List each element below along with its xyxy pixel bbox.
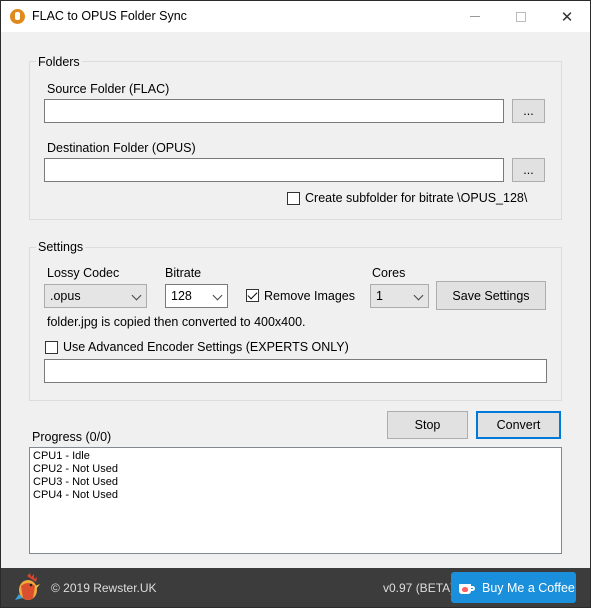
- progress-label: Progress (0/0): [32, 430, 112, 444]
- destination-folder-input[interactable]: [44, 158, 504, 182]
- minimize-icon: [470, 16, 480, 17]
- app-window: FLAC to OPUS Folder Sync ✕ Folders Sourc…: [0, 0, 591, 608]
- destination-browse-button[interactable]: ...: [512, 158, 545, 182]
- progress-list[interactable]: CPU1 - Idle CPU2 - Not Used CPU3 - Not U…: [29, 447, 562, 554]
- window-title: FLAC to OPUS Folder Sync: [32, 9, 187, 23]
- list-item: CPU2 - Not Used: [33, 463, 118, 475]
- remove-images-label[interactable]: Remove Images: [264, 289, 355, 303]
- buy-me-a-coffee-button[interactable]: Buy Me a Coffee: [451, 572, 576, 603]
- list-item: CPU1 - Idle: [33, 450, 90, 462]
- title-bar[interactable]: FLAC to OPUS Folder Sync ✕: [1, 1, 590, 32]
- version-text: v0.97 (BETA): [383, 581, 455, 595]
- bitrate-select[interactable]: 128: [165, 284, 228, 308]
- lossy-codec-value: .opus: [50, 289, 81, 303]
- remove-images-checkbox[interactable]: [246, 289, 259, 302]
- cores-value: 1: [376, 289, 383, 303]
- coffee-cup-icon: [459, 581, 475, 595]
- cores-label: Cores: [372, 266, 406, 280]
- copyright-text: © 2019 Rewster.UK: [51, 581, 157, 595]
- rooster-logo-icon[interactable]: [13, 572, 41, 603]
- minimize-button[interactable]: [452, 1, 498, 32]
- chevron-down-icon: [413, 290, 424, 301]
- chevron-down-icon: [131, 290, 142, 301]
- stop-button[interactable]: Stop: [387, 411, 468, 439]
- list-item: CPU4 - Not Used: [33, 489, 118, 501]
- save-settings-button[interactable]: Save Settings: [436, 281, 546, 310]
- destination-folder-label: Destination Folder (OPUS): [47, 141, 196, 155]
- cores-select[interactable]: 1: [370, 284, 429, 308]
- source-browse-button[interactable]: ...: [512, 99, 545, 123]
- advanced-settings-input[interactable]: [44, 359, 547, 383]
- advanced-settings-label[interactable]: Use Advanced Encoder Settings (EXPERTS O…: [63, 340, 349, 354]
- maximize-icon: [516, 11, 526, 22]
- buy-me-a-coffee-label: Buy Me a Coffee: [482, 580, 575, 595]
- bitrate-label: Bitrate: [165, 266, 202, 280]
- close-button[interactable]: ✕: [544, 1, 590, 32]
- bitrate-value: 128: [171, 289, 192, 303]
- subfolder-checkbox[interactable]: [287, 192, 300, 205]
- chevron-down-icon: [212, 290, 223, 301]
- lossy-codec-select[interactable]: .opus: [44, 284, 147, 308]
- list-item: CPU3 - Not Used: [33, 476, 118, 488]
- advanced-settings-checkbox[interactable]: [45, 341, 58, 354]
- lossy-codec-label: Lossy Codec: [47, 266, 120, 280]
- subfolder-checkbox-label[interactable]: Create subfolder for bitrate \OPUS_128\: [305, 191, 527, 205]
- source-folder-label: Source Folder (FLAC): [47, 82, 170, 96]
- folders-group-label: Folders: [36, 55, 82, 69]
- maximize-button[interactable]: [498, 1, 544, 32]
- close-icon: ✕: [560, 8, 574, 26]
- footer-bar: © 2019 Rewster.UK v0.97 (BETA) Buy Me a …: [1, 568, 590, 607]
- convert-button[interactable]: Convert: [476, 411, 561, 439]
- info-text: folder.jpg is copied then converted to 4…: [47, 315, 306, 329]
- source-folder-input[interactable]: [44, 99, 504, 123]
- settings-group-label: Settings: [36, 240, 86, 254]
- app-icon: [10, 9, 25, 24]
